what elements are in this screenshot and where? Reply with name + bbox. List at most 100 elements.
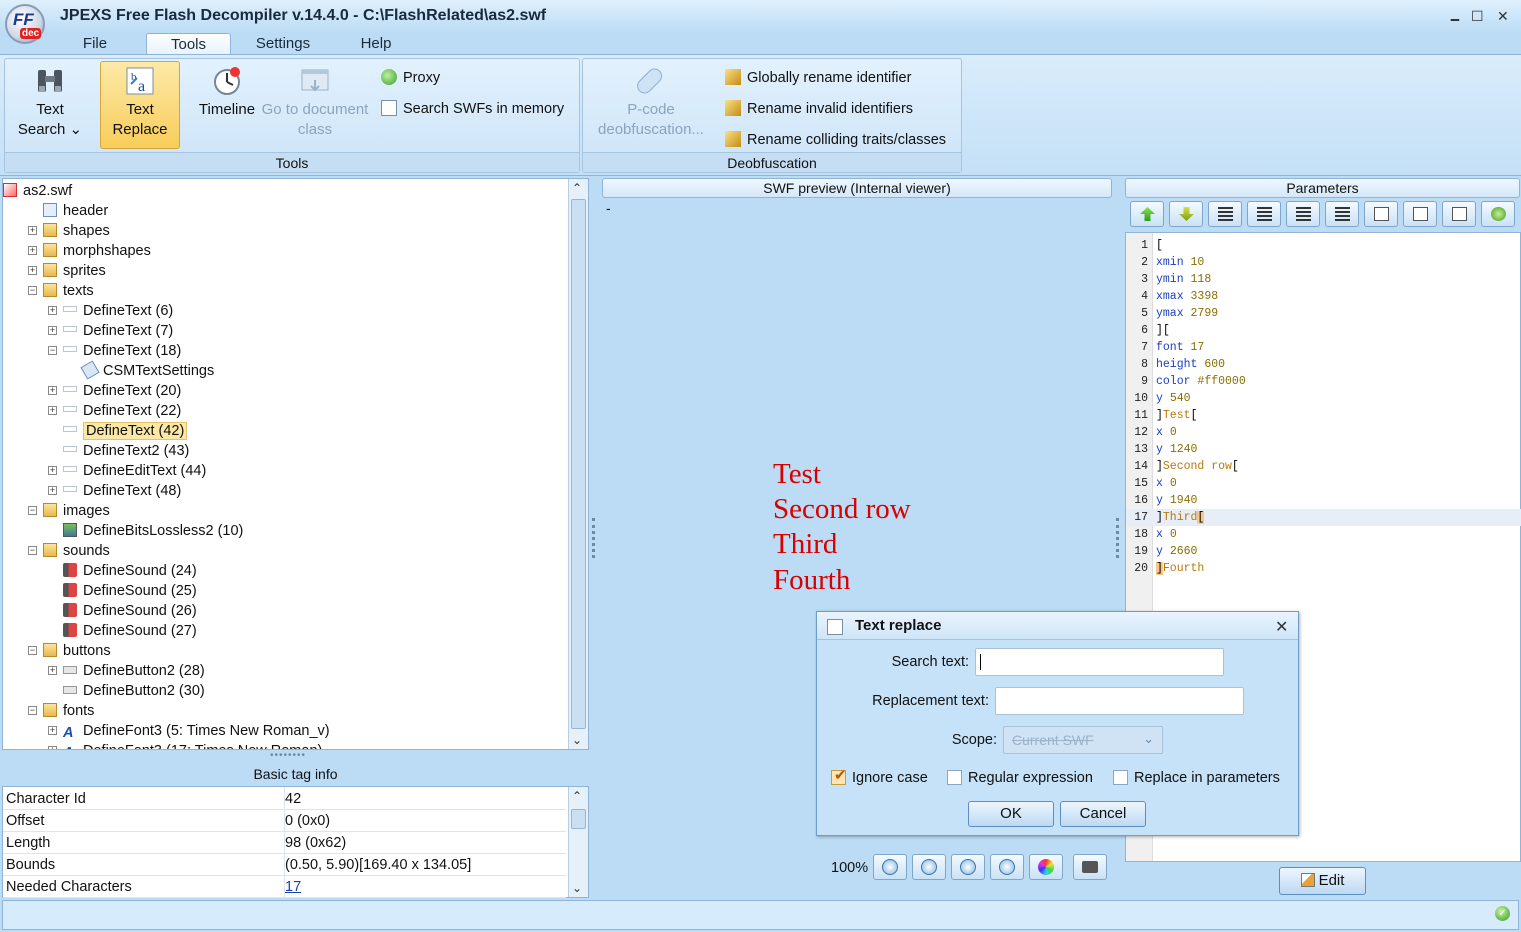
- tree-item[interactable]: fonts: [43, 701, 94, 721]
- right-splitter-handle[interactable]: [1116, 518, 1121, 558]
- tree-item[interactable]: DefineSound (26): [63, 601, 197, 621]
- rename-colliding-traits-button[interactable]: Rename colliding traits/classes: [725, 129, 946, 151]
- zoom-in-button[interactable]: [873, 854, 907, 880]
- minimize-button[interactable]: 🗕: [1450, 8, 1460, 32]
- tree-item[interactable]: DefineSound (27): [63, 621, 197, 641]
- search-swfs-in-memory-button[interactable]: Search SWFs in memory: [381, 98, 564, 120]
- zoom-fit-button[interactable]: [990, 854, 1024, 880]
- align-right-button[interactable]: [1286, 201, 1320, 227]
- ignore-case-checkbox[interactable]: ✔ Ignore case: [831, 767, 928, 787]
- outdent-button[interactable]: [1403, 201, 1437, 227]
- tree-item[interactable]: DefineText (22): [63, 401, 181, 421]
- rename-invalid-identifiers-button[interactable]: Rename invalid identifiers: [725, 98, 913, 120]
- menu-tab-help[interactable]: Help: [354, 33, 398, 55]
- tag-info-scrollbar[interactable]: ⌃ ⌄: [568, 787, 588, 897]
- expand-icon[interactable]: +: [48, 486, 57, 495]
- zoom-reset-button[interactable]: [951, 854, 985, 880]
- zoom-out-button[interactable]: [912, 854, 946, 880]
- tree-item[interactable]: shapes: [43, 221, 110, 241]
- tree-item[interactable]: morphshapes: [43, 241, 151, 261]
- globally-rename-identifier-button[interactable]: Globally rename identifier: [725, 67, 911, 89]
- scroll-down-arrow-icon[interactable]: ⌄: [572, 881, 582, 895]
- replacement-text-input[interactable]: [995, 687, 1244, 715]
- collapse-icon[interactable]: −: [28, 506, 37, 515]
- tree-item[interactable]: sounds: [43, 541, 110, 561]
- move-up-button[interactable]: [1130, 201, 1164, 227]
- tree-item[interactable]: DefineText (20): [63, 381, 181, 401]
- scope-select[interactable]: Current SWF ⌄: [1003, 726, 1163, 754]
- tree-item[interactable]: DefineText (42): [63, 421, 188, 441]
- collapse-icon[interactable]: −: [28, 546, 37, 555]
- regular-expression-checkbox[interactable]: Regular expression: [947, 769, 1093, 787]
- tree-item[interactable]: as2.swf: [3, 181, 72, 201]
- expand-icon[interactable]: +: [48, 666, 57, 675]
- expand-icon[interactable]: +: [28, 246, 37, 255]
- scroll-down-arrow-icon[interactable]: ⌄: [572, 733, 582, 747]
- tree-item[interactable]: sprites: [43, 261, 106, 281]
- tree-item[interactable]: DefineText (7): [63, 321, 173, 341]
- align-center-button[interactable]: [1247, 201, 1281, 227]
- go-to-document-class-button[interactable]: Go to document class: [260, 62, 370, 150]
- collapse-icon[interactable]: −: [28, 286, 37, 295]
- collapse-icon[interactable]: −: [28, 706, 37, 715]
- tree-item[interactable]: DefineText (6): [63, 301, 173, 321]
- expand-icon[interactable]: +: [28, 266, 37, 275]
- needed-characters-link[interactable]: 17: [285, 876, 301, 898]
- tree-item[interactable]: DefineText (18): [63, 341, 181, 361]
- expand-icon[interactable]: +: [48, 466, 57, 475]
- scroll-up-arrow-icon[interactable]: ⌃: [572, 181, 582, 195]
- tree-item[interactable]: images: [43, 501, 110, 521]
- align-left-button[interactable]: [1208, 201, 1242, 227]
- expand-icon[interactable]: +: [48, 306, 57, 315]
- menu-tab-settings[interactable]: Settings: [250, 33, 316, 55]
- pcode-deobfuscation-button[interactable]: P-code deobfuscation...: [591, 62, 711, 150]
- expand-icon[interactable]: +: [48, 406, 57, 415]
- tree-item[interactable]: texts: [43, 281, 94, 301]
- tree-item[interactable]: DefineText (48): [63, 481, 181, 501]
- tree-item[interactable]: DefineButton2 (28): [63, 661, 205, 681]
- collapse-icon[interactable]: −: [28, 646, 37, 655]
- tree-item[interactable]: DefineText2 (43): [63, 441, 189, 461]
- dialog-close-icon[interactable]: ✕: [1275, 617, 1288, 637]
- search-text-input[interactable]: [975, 648, 1224, 676]
- tree-item[interactable]: buttons: [43, 641, 111, 661]
- edit-button[interactable]: Edit: [1279, 867, 1366, 895]
- ok-button[interactable]: OK: [968, 801, 1054, 827]
- text-replace-button[interactable]: ba Text Replace: [100, 61, 180, 149]
- text-search-button[interactable]: Text Search ⌄: [11, 62, 89, 150]
- justify-button[interactable]: [1325, 201, 1359, 227]
- tree-item[interactable]: header: [43, 201, 108, 221]
- tree-item[interactable]: CSMTextSettings: [80, 360, 214, 381]
- tree-scroll-thumb[interactable]: [571, 199, 586, 729]
- replace-in-parameters-checkbox[interactable]: Replace in parameters: [1113, 769, 1280, 787]
- expand-icon[interactable]: +: [48, 726, 57, 735]
- tree-item[interactable]: DefineSound (25): [63, 581, 197, 601]
- refresh-button[interactable]: [1481, 201, 1515, 227]
- timeline-button[interactable]: Timeline: [187, 62, 267, 150]
- scroll-up-arrow-icon[interactable]: ⌃: [572, 789, 582, 803]
- cancel-button[interactable]: Cancel: [1060, 801, 1146, 827]
- expand-icon[interactable]: +: [28, 226, 37, 235]
- maximize-button[interactable]: ☐: [1471, 8, 1484, 25]
- expand-icon[interactable]: +: [48, 326, 57, 335]
- info-scroll-thumb[interactable]: [571, 809, 586, 829]
- left-splitter-handle[interactable]: [592, 518, 597, 558]
- expand-icon[interactable]: +: [48, 386, 57, 395]
- menu-tab-tools[interactable]: Tools: [146, 33, 231, 55]
- splitter-handle[interactable]: ••••••••: [270, 751, 320, 761]
- tree-scrollbar[interactable]: ⌃ ⌄: [568, 179, 588, 749]
- move-down-button[interactable]: [1169, 201, 1203, 227]
- font-button[interactable]: [1442, 201, 1476, 227]
- indent-button[interactable]: [1364, 201, 1398, 227]
- tree-item[interactable]: DefineEditText (44): [63, 461, 206, 481]
- expand-icon[interactable]: +: [48, 746, 57, 749]
- menu-tab-file[interactable]: File: [70, 33, 120, 55]
- tree-item[interactable]: DefineBitsLossless2 (10): [63, 521, 243, 541]
- snapshot-button[interactable]: [1073, 854, 1107, 880]
- tree-item[interactable]: DefineSound (24): [63, 561, 197, 581]
- tree-item[interactable]: A DefineFont3 (17: Times New Roman): [63, 741, 322, 749]
- collapse-icon[interactable]: −: [48, 346, 57, 355]
- proxy-button[interactable]: Proxy: [381, 67, 440, 89]
- close-window-button[interactable]: ✕: [1497, 8, 1509, 25]
- background-color-button[interactable]: [1029, 854, 1063, 880]
